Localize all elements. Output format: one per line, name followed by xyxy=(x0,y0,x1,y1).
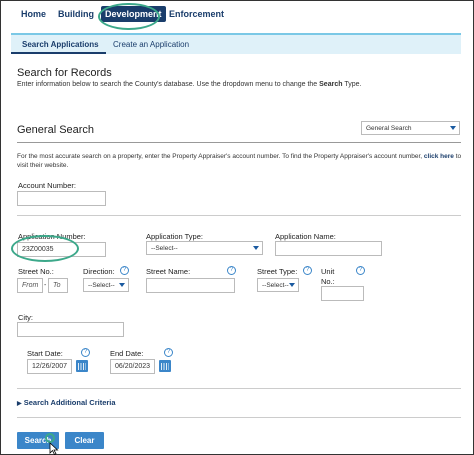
description-bold: Search xyxy=(319,81,343,88)
street-from-input[interactable]: From xyxy=(17,278,43,293)
nav-building[interactable]: Building xyxy=(58,9,94,19)
chevron-right-icon: ▶ xyxy=(17,401,22,407)
description-text-end: Type. xyxy=(342,81,362,88)
additional-criteria-label: Search Additional Criteria xyxy=(23,398,116,407)
nav-home[interactable]: Home xyxy=(21,9,46,19)
section-title: General Search xyxy=(17,124,95,136)
account-number-input[interactable] xyxy=(17,191,106,206)
divider xyxy=(17,215,461,216)
street-name-label: Street Name: xyxy=(146,267,191,276)
calendar-icon-start[interactable] xyxy=(76,360,88,372)
help-icon-unit-no[interactable]: ? xyxy=(356,266,365,275)
help-icon-street-name[interactable]: ? xyxy=(227,266,236,275)
direction-select[interactable]: --Select-- xyxy=(83,278,129,292)
application-type-select[interactable]: --Select-- xyxy=(146,241,263,255)
application-name-input[interactable] xyxy=(275,241,382,256)
street-range-dash: - xyxy=(44,282,47,289)
divider xyxy=(17,417,461,418)
application-type-label: Application Type: xyxy=(146,232,203,241)
highlight-oval-application-number xyxy=(11,235,79,262)
mouse-cursor-icon xyxy=(49,442,59,455)
account-note: For the most accurate search on a proper… xyxy=(17,152,462,170)
street-no-label: Street No.: xyxy=(18,267,54,276)
highlight-oval-development xyxy=(98,3,160,30)
page-title: Search for Records xyxy=(17,67,112,79)
city-label: City: xyxy=(18,313,33,322)
calendar-icon-end[interactable] xyxy=(159,360,171,372)
end-date-label: End Date: xyxy=(110,349,144,358)
help-icon-direction[interactable]: ? xyxy=(120,266,129,275)
divider xyxy=(17,388,461,389)
unit-no-label: Unit No.: xyxy=(321,267,335,286)
sub-navigation: Search Applications Create an Applicatio… xyxy=(11,33,461,54)
street-type-label: Street Type: xyxy=(257,267,298,276)
chevron-down-icon xyxy=(119,283,125,287)
direction-label: Direction: xyxy=(83,267,115,276)
street-name-input[interactable] xyxy=(146,278,235,293)
nav-enforcement[interactable]: Enforcement xyxy=(169,9,224,19)
chevron-down-icon xyxy=(450,126,456,130)
note-text: For the most accurate search on a proper… xyxy=(17,153,424,160)
description-text: Enter information below to search the Co… xyxy=(17,81,320,88)
clear-button[interactable]: Clear xyxy=(65,432,104,449)
start-date-input[interactable]: 12/26/2007 xyxy=(27,359,72,374)
chevron-down-icon xyxy=(253,246,259,250)
street-to-input[interactable]: To xyxy=(48,278,68,293)
search-type-value: General Search xyxy=(366,125,412,132)
tab-create-application[interactable]: Create an Application xyxy=(113,40,189,49)
chevron-down-icon xyxy=(289,283,295,287)
search-type-select[interactable]: General Search xyxy=(361,121,460,135)
application-type-value: --Select-- xyxy=(151,245,178,252)
additional-criteria-toggle[interactable]: ▶ Search Additional Criteria xyxy=(17,398,116,407)
street-type-value: --Select-- xyxy=(262,282,289,289)
start-date-label: Start Date: xyxy=(27,349,63,358)
application-name-label: Application Name: xyxy=(275,232,336,241)
end-date-input[interactable]: 06/20/2023 xyxy=(110,359,155,374)
account-number-label: Account Number: xyxy=(18,181,76,190)
help-icon-end-date[interactable]: ? xyxy=(164,348,173,357)
tab-search-applications[interactable]: Search Applications xyxy=(22,40,99,49)
help-icon-start-date[interactable]: ? xyxy=(81,348,90,357)
help-icon-street-type[interactable]: ? xyxy=(303,266,312,275)
direction-value: --Select-- xyxy=(88,282,115,289)
city-input[interactable] xyxy=(17,322,124,337)
street-type-select[interactable]: --Select-- xyxy=(257,278,299,292)
page-description: Enter information below to search the Co… xyxy=(17,81,467,88)
top-navigation: Home Building Development Enforcement xyxy=(1,1,473,33)
section-divider xyxy=(17,142,461,143)
unit-no-input[interactable] xyxy=(321,286,364,301)
click-here-link[interactable]: click here xyxy=(424,153,454,160)
active-tab-indicator xyxy=(11,52,106,54)
